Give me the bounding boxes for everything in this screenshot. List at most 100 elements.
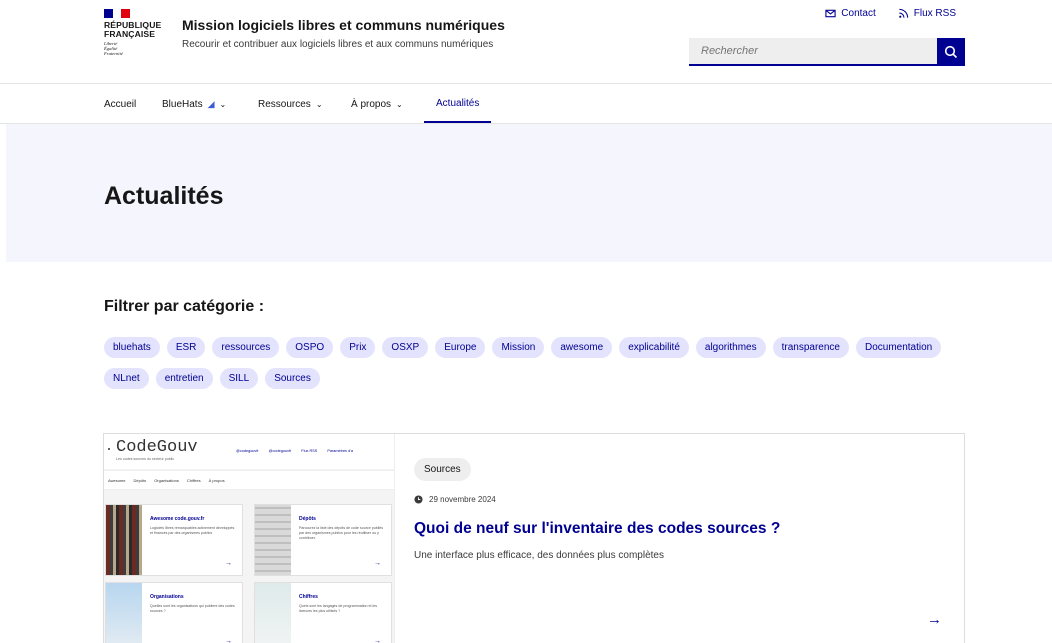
search-button[interactable] — [937, 38, 965, 66]
nav-item-accueil[interactable]: Accueil — [104, 85, 136, 123]
tag-awesome[interactable]: awesome — [551, 337, 613, 358]
devise: Liberté Égalité Fraternité — [104, 41, 123, 56]
tag-osxp[interactable]: OSXP — [382, 337, 429, 358]
thumb-link: @codegouvfr — [268, 449, 292, 453]
nav-item-a-propos[interactable]: À propos ⌄ — [351, 85, 403, 123]
tile-title: Awesome code.gouv.fr — [150, 516, 205, 522]
rss-label: Flux RSS — [913, 8, 956, 19]
article-title-link[interactable]: Quoi de neuf sur l'inventaire des codes … — [414, 520, 780, 538]
tag-mission[interactable]: Mission — [492, 337, 545, 358]
page-hero: Actualités — [6, 124, 1052, 262]
devise-line: Fraternité — [104, 51, 123, 56]
arrow-right-icon: → — [225, 560, 232, 567]
thumb-link: Paramètres d'a — [327, 449, 353, 453]
contact-link[interactable]: Contact — [825, 8, 876, 19]
header-tools: Contact Flux RSS — [825, 8, 956, 19]
filter-heading: Filtrer par catégorie : — [104, 298, 265, 315]
codegouv-logo: CodeGouv — [116, 438, 198, 457]
article-date: 29 novembre 2024 — [414, 495, 496, 504]
tag-entretien[interactable]: entretien — [155, 368, 213, 389]
marianne-block[interactable]: RÉPUBLIQUE FRANÇAISE — [104, 21, 161, 39]
tag-europe[interactable]: Europe — [435, 337, 486, 358]
tag-nlnet[interactable]: NLnet — [104, 368, 149, 389]
thumb-nav-item: Organisations — [154, 477, 179, 483]
tag-transparence[interactable]: transparence — [772, 337, 849, 358]
tag-documentation[interactable]: Documentation — [855, 337, 942, 358]
tag-sill[interactable]: SILL — [219, 368, 259, 389]
tile-text: Parcourez la liste des dépôts de code so… — [299, 526, 384, 540]
tag-explicabilite[interactable]: explicabilité — [619, 337, 689, 358]
tag-bluehats[interactable]: bluehats — [104, 337, 160, 358]
tile-text: Quelles sont les organisations qui publi… — [150, 604, 235, 613]
arrow-right-icon: → — [374, 560, 381, 567]
page-title: Actualités — [104, 182, 224, 210]
mail-icon — [825, 9, 836, 18]
thumb-tile: Organisations Quelles sont les organisat… — [105, 582, 243, 643]
main-nav: Accueil BlueHats ◢ ⌄ Ressources ⌄ À prop… — [0, 85, 1052, 124]
marianne-line: FRANÇAISE — [104, 29, 156, 39]
tag-ospo[interactable]: OSPO — [286, 337, 334, 358]
thumb-nav-item: Dépôts — [133, 477, 147, 483]
tag-sources[interactable]: Sources — [265, 368, 320, 389]
nav-item-ressources[interactable]: Ressources ⌄ — [258, 85, 323, 123]
french-flag-logo[interactable] — [104, 9, 131, 18]
thumb-header: CodeGouv Les codes sources du secteur pu… — [104, 434, 394, 469]
chevron-down-icon: ⌄ — [219, 99, 227, 109]
thumb-nav-item: À propos — [208, 477, 225, 483]
search-icon — [944, 45, 958, 59]
thumb-subtitle: Les codes sources du secteur public — [116, 457, 175, 461]
thumb-tile: Dépôts Parcourez la liste des dépôts de … — [254, 504, 392, 576]
chart-image — [255, 583, 291, 643]
thumb-link: Flux RSS — [301, 449, 318, 453]
date-text: 29 novembre 2024 — [429, 495, 496, 504]
chevron-down-icon: ⌄ — [396, 99, 403, 109]
article-thumbnail: CodeGouv Les codes sources du secteur pu… — [104, 434, 394, 643]
nav-label: Ressources — [258, 98, 311, 110]
thumb-tile: Chiffres Quels sont les langages de prog… — [254, 582, 392, 643]
thumb-dot — [108, 448, 110, 450]
clock-icon — [414, 495, 423, 504]
arrow-right-icon[interactable]: → — [927, 611, 942, 628]
tile-text: Logiciels libres remarquables activement… — [150, 526, 235, 535]
contact-label: Contact — [841, 8, 876, 19]
arrow-right-icon: → — [225, 638, 232, 643]
search-input[interactable] — [689, 38, 937, 66]
tile-text: Quels sont les langages de programmation… — [299, 604, 378, 613]
tile-title: Organisations — [150, 594, 184, 600]
nav-label: Actualités — [436, 97, 480, 109]
tag-ressources[interactable]: ressources — [212, 337, 280, 358]
tag-prix[interactable]: Prix — [340, 337, 376, 358]
site-header: RÉPUBLIQUE FRANÇAISE Liberté Égalité Fra… — [0, 0, 1052, 84]
thumb-link: @codegouvfr — [236, 449, 259, 453]
category-tags: bluehats ESR ressources OSPO Prix OSXP E… — [104, 337, 974, 389]
nav-label: BlueHats — [162, 98, 203, 110]
article-card[interactable]: CodeGouv Les codes sources du secteur pu… — [103, 433, 965, 643]
rss-link[interactable]: Flux RSS — [898, 8, 956, 19]
chevron-down-icon: ⌄ — [315, 99, 323, 109]
thumb-nav-item: Chiffres — [186, 477, 201, 483]
search-bar — [689, 38, 965, 66]
category-badge: Sources — [414, 458, 471, 481]
article-body: Sources 29 novembre 2024 Quoi de neuf su… — [394, 434, 964, 643]
rss-icon — [898, 8, 908, 18]
blue-hat-icon: ◢ — [207, 98, 215, 109]
tile-title: Chiffres — [299, 594, 318, 600]
thumb-nav: Awesome Dépôts Organisations Chiffres À … — [104, 470, 394, 490]
nav-label: Accueil — [104, 98, 137, 110]
site-title-link[interactable]: Mission logiciels libres et communs numé… — [182, 17, 505, 33]
nav-item-bluehats[interactable]: BlueHats ◢ ⌄ — [162, 85, 226, 123]
thumb-links: @codegouvfr @codegouvfr Flux RSS Paramèt… — [236, 449, 353, 453]
tag-algorithmes[interactable]: algorithmes — [695, 337, 766, 358]
tag-esr[interactable]: ESR — [166, 337, 206, 358]
article-description: Une interface plus efficace, des données… — [414, 550, 664, 561]
thumb-tile: Awesome code.gouv.fr Logiciels libres re… — [105, 504, 243, 576]
bookshelf-image — [106, 505, 142, 575]
building-image — [106, 583, 142, 643]
tile-title: Dépôts — [299, 516, 316, 522]
thumb-nav-item: Awesome — [108, 477, 126, 483]
keyboard-image — [255, 505, 291, 575]
site-tagline: Recourir et contribuer aux logiciels lib… — [182, 39, 494, 50]
nav-label: À propos — [351, 98, 392, 110]
nav-item-actualites[interactable]: Actualités — [424, 85, 492, 123]
arrow-right-icon: → — [374, 638, 381, 643]
